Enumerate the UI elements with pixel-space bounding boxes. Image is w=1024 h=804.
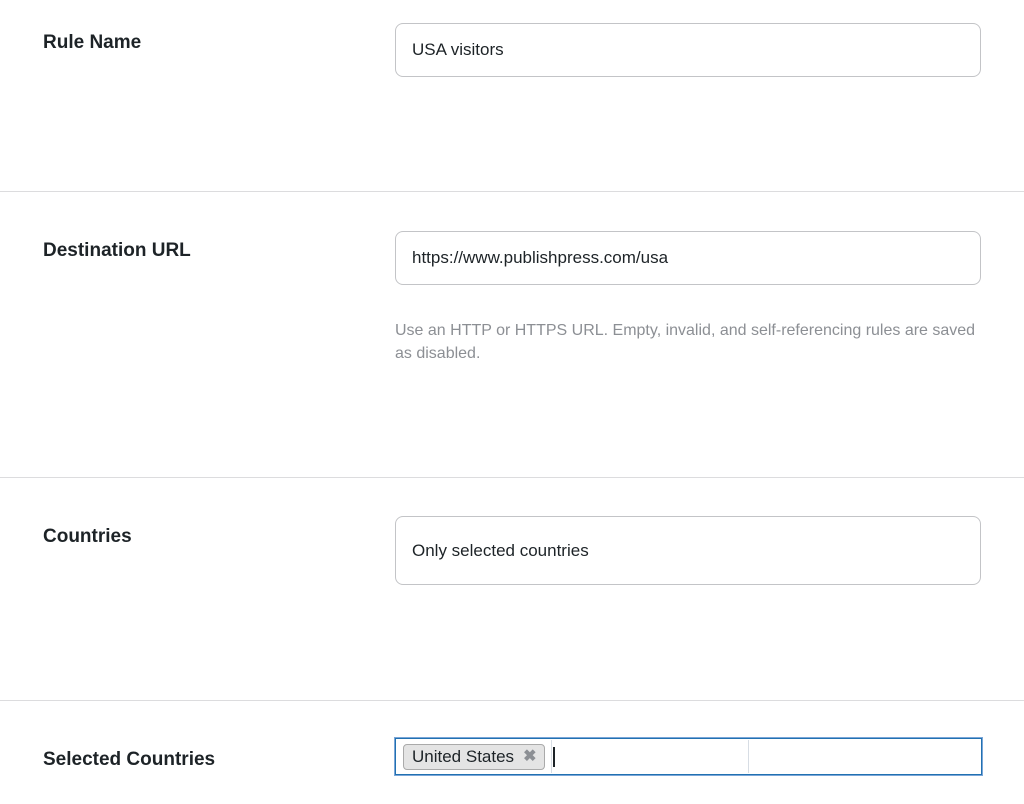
divider <box>0 477 1024 478</box>
country-chip: United States ✖ <box>403 743 546 770</box>
destination-url-help: Use an HTTP or HTTPS URL. Empty, invalid… <box>395 322 976 362</box>
country-search-input[interactable] <box>551 740 750 773</box>
rule-name-value: USA visitors <box>412 40 504 59</box>
destination-url-label: Destination URL <box>43 240 191 261</box>
remove-chip-icon[interactable]: ✖ <box>523 748 536 765</box>
text-cursor <box>553 746 556 767</box>
rule-name-input[interactable]: USA visitors <box>395 23 981 77</box>
selected-countries-label: Selected Countries <box>43 749 216 770</box>
rule-name-label: Rule Name <box>43 32 142 53</box>
destination-url-value: https://www.publishpress.com/usa <box>412 248 669 267</box>
destination-url-input[interactable]: https://www.publishpress.com/usa <box>395 231 981 285</box>
divider <box>0 191 1024 192</box>
countries-label: Countries <box>43 526 132 547</box>
country-chip-label: United States <box>412 746 515 766</box>
divider <box>0 700 1024 701</box>
countries-select[interactable]: Only selected countries <box>395 516 981 585</box>
countries-select-value: Only selected countries <box>412 540 589 560</box>
selected-countries-multiselect[interactable]: United States ✖ <box>395 738 982 775</box>
